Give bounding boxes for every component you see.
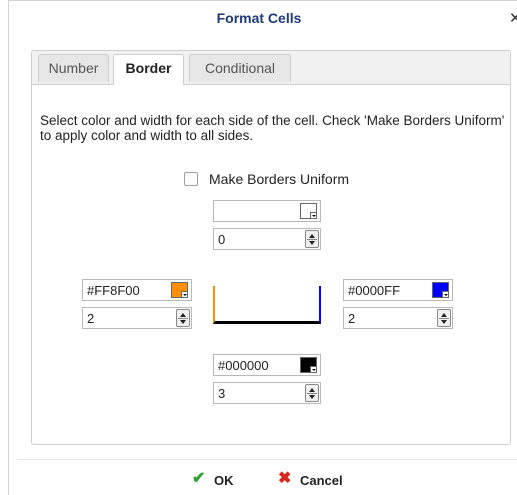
footer-divider <box>17 459 517 460</box>
top-color-picker-icon[interactable] <box>300 203 317 219</box>
bottom-color-field[interactable]: #000000 <box>213 354 321 376</box>
left-width-stepper[interactable] <box>82 307 192 329</box>
right-width-stepper[interactable] <box>343 307 453 329</box>
bottom-width-input[interactable] <box>214 383 303 403</box>
right-width-input[interactable] <box>344 308 435 328</box>
tab-bar: Number Border Conditional <box>32 51 510 85</box>
uniform-label: Make Borders Uniform <box>209 171 350 187</box>
bottom-color-value: #000000 <box>218 358 269 373</box>
border-preview <box>213 286 321 324</box>
tab-border[interactable]: Border <box>113 54 184 85</box>
top-width-spin-icon[interactable] <box>305 230 319 248</box>
left-width-input[interactable] <box>83 308 174 328</box>
right-color-field[interactable]: #0000FF <box>343 279 453 301</box>
top-width-input[interactable] <box>214 229 303 249</box>
ok-label: OK <box>214 473 234 488</box>
bottom-width-stepper[interactable] <box>213 382 321 404</box>
checkmark-icon: ✔ <box>192 470 206 487</box>
tab-number[interactable]: Number <box>38 54 109 82</box>
dialog-title: Format Cells <box>216 10 302 26</box>
tab-panel: Number Border Conditional Select color a… <box>31 50 511 445</box>
right-width-spin-icon[interactable] <box>437 309 451 327</box>
format-cells-dialog: Format Cells ✕ Number Border Conditional… <box>8 0 517 495</box>
left-color-field[interactable]: #FF8F00 <box>82 279 192 301</box>
tab-conditional[interactable]: Conditional <box>189 54 291 82</box>
x-mark-icon: ✖ <box>278 470 292 487</box>
close-icon[interactable]: ✕ <box>509 11 517 26</box>
right-color-value: #0000FF <box>348 283 401 298</box>
top-width-stepper[interactable] <box>213 228 321 250</box>
uniform-checkbox[interactable] <box>184 172 198 186</box>
bottom-color-picker-icon[interactable] <box>300 357 317 373</box>
left-width-spin-icon[interactable] <box>176 309 190 327</box>
bottom-width-spin-icon[interactable] <box>305 384 319 402</box>
cancel-label: Cancel <box>300 473 343 488</box>
border-description: Select color and width for each side of … <box>40 113 505 143</box>
right-color-picker-icon[interactable] <box>432 282 449 298</box>
left-color-value: #FF8F00 <box>87 283 140 298</box>
top-color-field[interactable] <box>213 200 321 222</box>
left-color-picker-icon[interactable] <box>171 282 188 298</box>
dialog-titlebar[interactable]: Format Cells ✕ <box>9 1 517 39</box>
